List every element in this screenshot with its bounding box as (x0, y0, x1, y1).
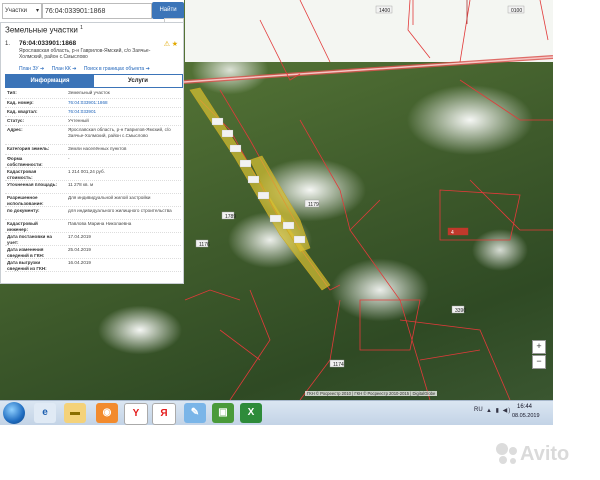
attribute-value: 25.04.2019 (68, 247, 91, 252)
attribute-value: Павлова Марина Николаевна (68, 221, 132, 226)
attribute-row: по документу: для индивидуального жилищно… (5, 207, 181, 220)
search-result-item[interactable]: 1. 76:04:033901:1868 ⚠ ★ Ярославская обл… (5, 40, 180, 74)
attribute-value: 16.04.2019 (68, 260, 91, 265)
avito-logo-icon (496, 443, 517, 464)
attribute-table: Тип: Земельный участок Кад. номер: 76:04:03… (5, 89, 181, 272)
attribute-value: 17.04.2019 (68, 234, 91, 239)
clock-date[interactable]: 08.05.2019 (512, 413, 540, 419)
panel-title-count: 1 (80, 25, 83, 31)
tab-information[interactable]: Информация (6, 75, 94, 87)
parcel-number-label: 1400 (379, 8, 390, 14)
attribute-row: Категория земель: Земли населённых пункто… (5, 145, 181, 155)
attribute-label: Кад. квартал: (7, 109, 38, 114)
attribute-row: Дата постановки на учет: 17.04.2019 (5, 233, 181, 246)
search-bar: Участки ▾ Найти (0, 0, 184, 23)
attribute-row: Разрешенное использование: Для индивидуал… (5, 194, 181, 207)
clock-time[interactable]: 16:44 (517, 404, 532, 410)
excel-icon[interactable]: X (240, 403, 262, 423)
attribute-row: Статус: Учтенный (5, 117, 181, 126)
attribute-row: Кад. квартал: 76:04:033901 (5, 108, 181, 117)
attribute-row: Дата выгрузки сведений из ГКН: 16.04.2019 (5, 259, 181, 272)
parcel-number-label: 0100 (511, 8, 522, 14)
parcel-number-label: 1789 (225, 214, 236, 220)
yandex-browser-icon[interactable]: Y (124, 403, 148, 425)
parcel-number-label: 4 (451, 230, 454, 236)
attribute-row: Адрес: Ярославская область, р-н Гаврилов-… (5, 126, 181, 145)
attribute-value: Земли населённых пунктов (68, 146, 127, 151)
parcel-number-label: 1176 (199, 242, 210, 248)
start-button[interactable] (3, 402, 25, 424)
warning-icon: ⚠ (163, 41, 170, 48)
attribute-value[interactable]: 76:04:033901:1868 (68, 100, 176, 106)
link-search-in-bounds[interactable]: Поиск в границах объекта ➔ (84, 66, 150, 72)
attribute-value: Учтенный (68, 118, 89, 123)
photos-icon[interactable]: ▣ (212, 403, 234, 423)
search-type-select[interactable]: Участки ▾ (2, 3, 42, 19)
avito-watermark: Avito (494, 439, 594, 473)
link-kk-plan[interactable]: План КК ➔ (52, 66, 77, 72)
attribute-row: Тип: Земельный участок (5, 89, 181, 99)
tray-icons[interactable]: ▲ ▮ ◀) (486, 407, 511, 414)
windows-taskbar: e ▬ ◉ Y Я ✎ ▣ X RU ▲ ▮ ◀) 16:44 08.05.20… (0, 400, 553, 425)
attribute-value: Земельный участок (68, 90, 110, 95)
attribute-label: Дата изменения сведений в ГКН: (7, 247, 45, 258)
panel-title: Земельные участки 1 (5, 25, 83, 35)
attribute-label: Категория земель: (7, 146, 50, 151)
zoom-in-button[interactable]: + (532, 340, 546, 354)
attribute-row: Форма собственности: - (5, 155, 181, 168)
parcel-number-label: 1179 (308, 202, 319, 208)
chevron-down-icon: ▾ (35, 8, 39, 14)
attribute-label: Кадастровый инженер: (7, 221, 38, 232)
attribute-label: Статус: (7, 118, 25, 123)
result-links: План ЗУ ➔ План КК ➔ Поиск в границах объ… (19, 66, 156, 72)
search-type-label: Участки (5, 8, 27, 14)
attribute-row: Дата изменения сведений в ГКН: 25.04.2019 (5, 246, 181, 259)
attribute-row: Кадастровый инженер: Павлова Марина Никол… (5, 220, 181, 233)
attribute-label: Адрес: (7, 127, 23, 132)
attribute-label: по документу: (7, 208, 40, 213)
attribute-label: Дата постановки на учет: (7, 234, 52, 245)
parcel-number-label: 3390 (455, 308, 466, 314)
attribute-value: 1 214 001,24 руб. (68, 169, 105, 174)
result-address: Ярославская область, р-н Гаврилов-Ямский… (19, 48, 151, 60)
attribute-value: для индивидуального жилищного строительс… (68, 208, 172, 213)
ie-icon[interactable]: e (34, 403, 56, 423)
attribute-value: - (68, 156, 70, 161)
search-input[interactable] (42, 3, 152, 19)
attribute-label: Кад. номер: (7, 100, 34, 105)
panel-tabs: Информация Услуги (5, 74, 183, 88)
zoom-controls: + − (532, 340, 546, 370)
attribute-label: Разрешенное использование: (7, 195, 44, 206)
tab-services[interactable]: Услуги (94, 75, 182, 87)
link-zu-plan[interactable]: План ЗУ ➔ (19, 66, 44, 72)
attribute-label: Дата выгрузки сведений из ГКН: (7, 260, 47, 271)
attribute-label: Тип: (7, 90, 17, 95)
attribute-row: Кад. номер: 76:04:033901:1868 (5, 99, 181, 108)
attribute-value: Ярославская область, р-н Гаврилов-Ямский… (68, 127, 171, 138)
find-button[interactable]: Найти (152, 2, 184, 19)
panel-title-text: Земельные участки (5, 25, 78, 35)
attribute-row: Уточненная площадь: 11 278 кв. м (5, 181, 181, 194)
avito-text: Avito (520, 443, 570, 465)
favorite-star-icon[interactable]: ★ (172, 40, 178, 48)
map-attribution: ГКН © Росреестр 2010 | ГКН © Росреестр 2… (305, 391, 438, 396)
firefox-icon[interactable]: ◉ (96, 403, 118, 423)
result-cadastral-number[interactable]: 76:04:033901:1868 (19, 40, 76, 47)
parcel-number-label: 1174 (333, 362, 344, 368)
paint-icon[interactable]: ✎ (184, 403, 206, 423)
attribute-label: Кадастровая стоимость: (7, 169, 37, 180)
info-panel: Земельные участки 1 1. 76:04:033901:1868… (0, 22, 184, 284)
yandex-icon[interactable]: Я (152, 403, 176, 425)
attribute-value: Для индивидуальной жилой застройки (68, 195, 151, 200)
attribute-value: 11 278 кв. м (68, 182, 94, 187)
explorer-icon[interactable]: ▬ (64, 403, 86, 423)
attribute-value[interactable]: 76:04:033901 (68, 109, 176, 115)
tray-language[interactable]: RU (474, 407, 483, 413)
result-index: 1. (5, 41, 11, 47)
attribute-row: Кадастровая стоимость: 1 214 001,24 руб. (5, 168, 181, 181)
attribute-label: Уточненная площадь: (7, 182, 57, 187)
zoom-out-button[interactable]: − (532, 355, 546, 369)
attribute-label: Форма собственности: (7, 156, 43, 167)
